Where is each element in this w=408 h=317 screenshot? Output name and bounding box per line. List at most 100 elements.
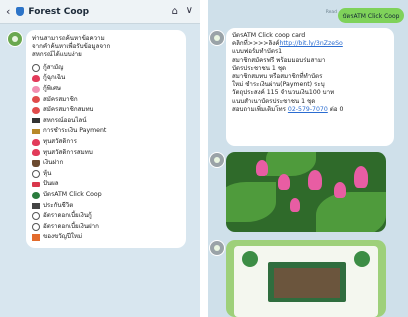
phone-link[interactable]: 02-579-7070: [288, 106, 328, 113]
flower-petal: [334, 182, 346, 198]
flower-icon: [32, 106, 40, 114]
shield-icon: [16, 7, 25, 16]
menu-item-dividend[interactable]: ปันผล: [32, 179, 180, 190]
menu-item-label: อัตราดอกเบี้ยเงินฝาก: [43, 222, 99, 230]
office-photo-strip: [274, 268, 340, 298]
home-icon[interactable]: ⌂: [172, 6, 178, 17]
back-icon[interactable]: ‹: [6, 5, 10, 18]
menu-item-emergency-loan[interactable]: กู้ฉุกเฉิน: [32, 73, 180, 84]
atm-card-info-bubble: บัตรATM Click coop card คลิกที่>>>>ลิงค์…: [226, 28, 394, 146]
phone-suffix: ต่อ 0: [329, 105, 344, 113]
menu-item-label: กู้พิเศษ: [43, 84, 61, 92]
poster-frame: [234, 246, 378, 317]
card-line: สอบถามเพิ่มเติมโทร 02-579-7070 ต่อ 0: [232, 106, 388, 114]
flower-petal: [290, 198, 300, 212]
leaf-shape: [266, 152, 316, 176]
menu-item-label: บัตรATM Click Coop: [43, 190, 102, 198]
flower-icon: [32, 96, 40, 104]
card-line: บัตรATM Click coop card: [232, 32, 306, 39]
menu-item-label: สหกรณ์ออนไลน์: [43, 116, 87, 124]
menu-item-atm-card[interactable]: บัตรATM Click Coop: [32, 190, 180, 201]
menu-intro: ท่านสามารถค้นหาข้อความ จากคำค้นหาเพื่อรั…: [32, 35, 180, 60]
menu-item-associate-membership[interactable]: สมัครสมาชิกสมทบ: [32, 105, 180, 116]
money-icon: [32, 128, 40, 134]
card-line: บัตรประชาชน 1 ชุด: [232, 64, 287, 72]
menu-item-loan-interest[interactable]: อัตราดอกเบี้ยเงินกู้: [32, 211, 180, 222]
menu-item-deposit-interest[interactable]: อัตราดอกเบี้ยเงินฝาก: [32, 222, 180, 233]
card-line: แนบสำเนาบัตรประชาชน 1 ชุด: [232, 97, 316, 105]
menu-item-welfare-fund[interactable]: ทุนสวัสดิการ: [32, 137, 180, 148]
menu-item-payment[interactable]: การชำระเงิน Payment: [32, 126, 180, 137]
form-link[interactable]: http://bit.ly/3nZzeSo: [279, 40, 342, 47]
menu-item-label: การชำระเงิน Payment: [43, 127, 107, 135]
circle-icon: [32, 63, 40, 72]
heart-icon: [32, 75, 40, 82]
coop-logo-icon: [354, 251, 370, 267]
menu-item-label: กู้สามัญ: [43, 63, 64, 71]
menu-item-special-loan[interactable]: กู้พิเศษ: [32, 84, 180, 95]
chat-header: ‹ Forest Coop ⌂ ∨: [0, 0, 200, 24]
flower-petal: [354, 166, 368, 188]
menu-item-label: ปันผล: [43, 180, 59, 188]
coop-logo-icon: [242, 251, 258, 267]
coop-avatar-icon[interactable]: [209, 30, 225, 46]
card-line: สมาชิกสมทบ หรือสมาชิกที่ทำบัตร: [232, 73, 323, 81]
book-icon: [32, 202, 40, 209]
menu-item-label: สมัครสมาชิก: [43, 95, 78, 103]
menu-item-life-insurance[interactable]: ประกันชีวิต: [32, 200, 180, 211]
bag-icon: [32, 159, 40, 167]
menu-item-label: ประกันชีวิต: [43, 201, 74, 209]
flower-petal: [308, 170, 322, 190]
leaf-shape: [316, 192, 386, 232]
menu-item-general-loan[interactable]: กู้สามัญ: [32, 63, 180, 74]
menu-item-label: กู้ฉุกเฉิน: [43, 74, 66, 82]
laptop-icon: [32, 118, 40, 124]
circle-icon: [32, 169, 40, 178]
menu-item-label: หุ้น: [43, 169, 52, 177]
read-status-label: Read: [325, 10, 337, 15]
card-line: วัตถุประสงค์ 115 จำนวนเงิน100 บาท: [232, 89, 335, 97]
pane-divider: [200, 0, 208, 317]
leaf-shape: [226, 182, 276, 222]
outgoing-message-text: บัตรATM Click Coop: [342, 12, 400, 20]
gift-icon: [32, 233, 40, 241]
menu-item-deposit[interactable]: เงินฝาก: [32, 158, 180, 169]
menu-item-label: ทุนสวัสดิการสมทบ: [43, 148, 93, 156]
card-icon: [32, 181, 40, 187]
intro-line: สหกรณ์ได้แบบง่าย: [32, 51, 82, 59]
menu-item-associate-welfare[interactable]: ทุนสวัสดิการสมทบ: [32, 147, 180, 158]
coop-office-photo[interactable]: [226, 240, 386, 317]
chat-title: Forest Coop: [28, 6, 90, 17]
card-line-text: สอบถามเพิ่มเติมโทร: [232, 105, 286, 113]
pig-icon: [32, 85, 40, 93]
menu-item-online-coop[interactable]: สหกรณ์ออนไลน์: [32, 116, 180, 127]
chevron-down-icon[interactable]: ∨: [186, 5, 193, 16]
left-chat-pane: ‹ Forest Coop ⌂ ∨ ท่านสามารถค้นหาข้อความ…: [0, 0, 200, 317]
forest-coop-avatar-icon[interactable]: [7, 31, 23, 47]
flower-photo[interactable]: [226, 152, 386, 232]
chat-icon: [32, 191, 40, 199]
menu-item-label: ของขวัญปีใหม่: [43, 233, 83, 241]
read-status: Read: [313, 10, 337, 15]
flower-petal: [278, 174, 290, 190]
heart-icon: [32, 149, 40, 157]
card-line: แบบฟอร์มทำบัตร1: [232, 48, 283, 56]
menu-item-shares[interactable]: หุ้น: [32, 169, 180, 180]
outgoing-message-bubble[interactable]: บัตรATM Click Coop: [338, 8, 404, 23]
circle-icon: [32, 222, 40, 231]
circle-icon: [32, 212, 40, 221]
menu-item-label: อัตราดอกเบี้ยเงินกู้: [43, 212, 92, 220]
flower-petal: [256, 160, 268, 176]
menu-item-label: เงินฝาก: [43, 159, 64, 167]
coop-avatar-icon[interactable]: [209, 240, 225, 256]
menu-item-membership[interactable]: สมัครสมาชิก: [32, 94, 180, 105]
menu-item-label: สมัครสมาชิกสมทบ: [43, 106, 94, 114]
card-line-text: คลิกที่>>>>ลิงค์: [232, 40, 280, 48]
menu-message-bubble: ท่านสามารถค้นหาข้อความ จากคำค้นหาเพื่อรั…: [26, 30, 186, 248]
intro-line: ท่านสามารถค้นหาข้อความ: [32, 35, 105, 42]
menu-item-new-year-gift[interactable]: ของขวัญปีใหม่: [32, 232, 180, 243]
heart-icon: [32, 138, 40, 146]
coop-avatar-icon[interactable]: [209, 152, 225, 168]
menu-item-label: ทุนสวัสดิการ: [43, 137, 77, 145]
card-line: สมาชิกสมัครฟรี พร้อมมอบร่มสามา: [232, 56, 326, 64]
